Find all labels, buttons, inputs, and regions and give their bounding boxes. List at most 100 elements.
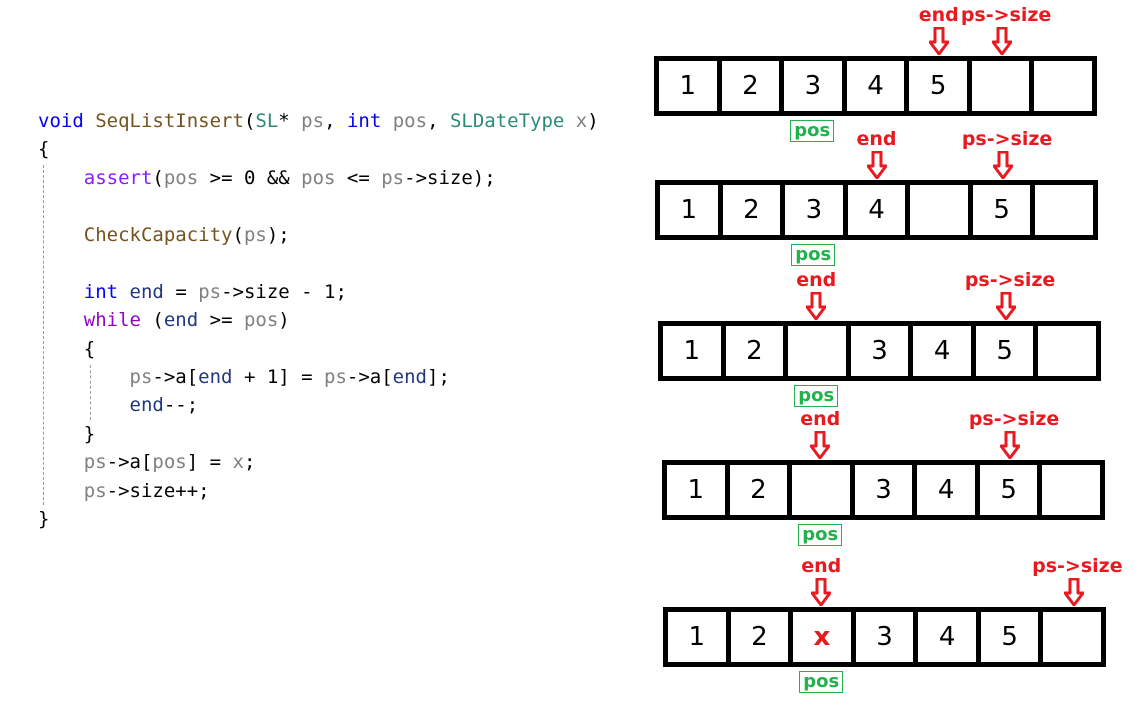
array-cell xyxy=(910,185,973,235)
code-token: pos xyxy=(392,110,428,132)
code-line: { xyxy=(38,335,599,363)
array-cell: 5 xyxy=(909,61,972,111)
code-token: void xyxy=(38,110,84,132)
code-token: <= xyxy=(335,166,382,189)
array-cell: 3 xyxy=(785,185,848,235)
code-token: ps xyxy=(301,110,325,132)
array-cell xyxy=(1042,465,1100,515)
code-token: ->a[ xyxy=(152,365,199,388)
array-cell: 2 xyxy=(726,326,789,376)
code-token: ( xyxy=(243,110,256,132)
array-cell: 3 xyxy=(856,612,919,662)
array-cell xyxy=(1043,612,1101,662)
code-token: x xyxy=(232,451,244,474)
end-label: end xyxy=(918,4,959,26)
code-token: --; xyxy=(163,394,199,417)
array-cell: 4 xyxy=(918,612,981,662)
code-token: pos xyxy=(243,309,279,332)
array-cell xyxy=(1034,61,1092,111)
code-line: while (end >= pos) xyxy=(38,306,599,334)
down-arrow-icon xyxy=(992,27,1013,55)
code-token: , xyxy=(427,110,450,132)
array-cell: 4 xyxy=(847,61,910,111)
code-line: void SeqListInsert(SL* ps, int pos, SLDa… xyxy=(38,107,599,135)
down-arrow-icon xyxy=(996,292,1017,320)
code-token: end xyxy=(198,365,233,388)
code-block: void SeqListInsert(SL* ps, int pos, SLDa… xyxy=(38,107,599,534)
code-token: ] = xyxy=(186,451,233,474)
array-cell: 2 xyxy=(723,185,786,235)
code-token: end xyxy=(129,394,164,417)
code-token: SLDateType xyxy=(449,110,565,132)
code-token: = xyxy=(163,280,199,303)
array-cell: 2 xyxy=(731,612,794,662)
down-arrow-icon xyxy=(928,27,949,55)
code-line: end--; xyxy=(38,391,599,419)
code-token: { xyxy=(38,138,50,161)
array-cell: 4 xyxy=(848,185,911,235)
end-label: end xyxy=(796,269,837,291)
down-arrow-icon xyxy=(806,292,827,320)
array-cell: 1 xyxy=(667,465,730,515)
code-token: ]; xyxy=(427,365,450,388)
array-cell: 1 xyxy=(660,185,723,235)
code-token: { xyxy=(38,337,96,360)
code-token: >= xyxy=(198,309,244,332)
array-cell: 3 xyxy=(784,61,847,111)
code-token: ( xyxy=(232,223,244,246)
code-line: int end = ps->size - 1; xyxy=(38,278,599,306)
code-token: >= 0 && xyxy=(198,166,302,189)
array-cell: 4 xyxy=(913,326,976,376)
code-token: } xyxy=(38,508,50,531)
array-row: 12345 xyxy=(654,56,1097,116)
pos-label: pos xyxy=(798,524,843,546)
array-cell: 2 xyxy=(722,61,785,111)
code-token: ps xyxy=(381,166,405,189)
code-token: end xyxy=(129,280,164,303)
code-token: ) xyxy=(278,309,290,332)
pos-label: pos xyxy=(794,385,839,407)
code-token: pos xyxy=(152,451,187,474)
pos-label: pos xyxy=(791,244,836,266)
array-cell: 4 xyxy=(917,465,980,515)
code-token: pos xyxy=(301,166,336,189)
array-row: 12345 xyxy=(655,180,1098,240)
code-token: end xyxy=(392,365,427,388)
end-label: end xyxy=(856,128,897,150)
array-cell: 1 xyxy=(668,612,731,662)
end-label: end xyxy=(800,408,841,430)
down-arrow-icon xyxy=(993,151,1014,179)
down-arrow-icon xyxy=(811,578,832,606)
code-token: while xyxy=(83,309,141,332)
code-token: } xyxy=(38,422,96,445)
code-token: ps xyxy=(243,223,267,246)
down-arrow-icon xyxy=(810,431,831,459)
code-token: SL xyxy=(255,110,279,132)
code-line: } xyxy=(38,420,599,448)
code-token: , xyxy=(324,110,347,132)
code-token: ps xyxy=(129,365,153,388)
code-line: CheckCapacity(ps); xyxy=(38,221,599,249)
code-token: ; xyxy=(243,451,256,474)
code-line: { xyxy=(38,135,599,163)
array-cell: 1 xyxy=(663,326,726,376)
array-cell: 2 xyxy=(730,465,793,515)
array-row: 12x345 xyxy=(663,607,1106,667)
down-arrow-icon xyxy=(866,151,887,179)
code-token: ps xyxy=(83,479,107,502)
array-cell xyxy=(1035,185,1093,235)
code-token: ->size); xyxy=(404,166,496,189)
code-token: end xyxy=(163,309,199,332)
size-label: ps->size xyxy=(960,4,1052,26)
array-cell xyxy=(1038,326,1096,376)
code-line: ps->a[end + 1] = ps->a[end]; xyxy=(38,363,599,391)
